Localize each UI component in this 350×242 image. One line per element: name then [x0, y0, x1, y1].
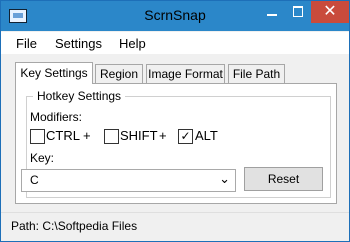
title-bar[interactable]: ScrnSnap ✕: [1, 1, 349, 31]
menu-bar: File Settings Help: [1, 32, 349, 54]
ctrl-label: CTRL: [46, 128, 80, 143]
menu-settings[interactable]: Settings: [55, 36, 102, 51]
modifiers-label: Modifiers:: [30, 110, 83, 124]
key-label: Key:: [30, 151, 55, 165]
tab-image-format[interactable]: Image Format: [146, 64, 225, 83]
minimize-button[interactable]: [259, 1, 285, 21]
key-select-value: C: [30, 173, 39, 187]
group-title: Hotkey Settings: [33, 89, 126, 103]
tab-key-settings[interactable]: Key Settings: [15, 62, 93, 84]
ctrl-checkbox[interactable]: [30, 129, 45, 144]
tab-region[interactable]: Region: [95, 64, 143, 83]
maximize-button[interactable]: [285, 1, 311, 21]
alt-label: ALT: [195, 128, 218, 143]
shift-checkbox[interactable]: [104, 129, 119, 144]
alt-checkbox[interactable]: ✓: [178, 129, 193, 144]
menu-file[interactable]: File: [16, 36, 37, 51]
chevron-down-icon: ⌄: [219, 171, 230, 186]
key-select[interactable]: C ⌄: [21, 169, 236, 192]
close-button[interactable]: ✕: [311, 1, 349, 23]
app-window: ScrnSnap ✕ File Settings Help Key Settin…: [0, 0, 350, 242]
status-bar: Path: C:\Softpedia Files: [1, 212, 349, 241]
status-path: Path: C:\Softpedia Files: [11, 219, 138, 233]
reset-button[interactable]: Reset: [244, 167, 323, 191]
tab-file-path[interactable]: File Path: [228, 64, 285, 83]
menu-help[interactable]: Help: [119, 36, 146, 51]
plus-sign: +: [159, 128, 167, 143]
shift-label: SHIFT: [120, 128, 158, 143]
plus-sign: +: [83, 128, 91, 143]
